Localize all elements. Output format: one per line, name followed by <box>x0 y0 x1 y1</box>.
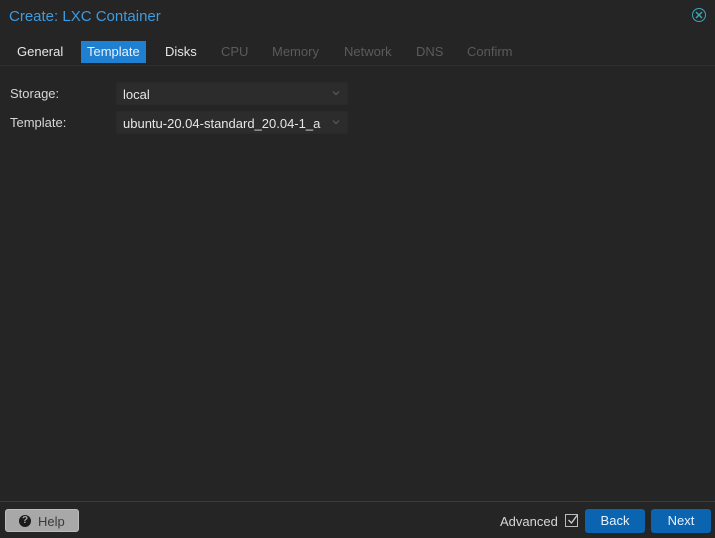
question-circle-icon: ? <box>19 515 31 527</box>
storage-label: Storage: <box>10 86 60 101</box>
tab-general[interactable]: General <box>11 41 69 63</box>
close-icon <box>695 11 703 19</box>
template-select[interactable]: ubuntu-20.04-standard_20.04-1_a <box>116 111 348 134</box>
tab-cpu: CPU <box>221 44 249 59</box>
tab-dns: DNS <box>416 44 444 59</box>
window-titlebar: Create: LXC Container <box>0 0 715 34</box>
help-button-label: Help <box>38 514 65 529</box>
storage-select[interactable]: local <box>116 82 348 105</box>
tab-network: Network <box>344 44 392 59</box>
storage-value: local <box>123 87 150 102</box>
next-button[interactable]: Next <box>651 509 711 533</box>
back-button[interactable]: Back <box>585 509 645 533</box>
tab-confirm: Confirm <box>467 44 513 59</box>
wizard-footer: ? Help Advanced Back Next <box>0 501 715 538</box>
chevron-down-icon <box>332 91 340 96</box>
advanced-label: Advanced <box>500 514 558 529</box>
template-value: ubuntu-20.04-standard_20.04-1_a <box>123 116 321 131</box>
tab-memory: Memory <box>272 44 319 59</box>
tab-disks[interactable]: Disks <box>159 41 203 63</box>
advanced-checkbox[interactable] <box>565 514 578 527</box>
checkmark-icon <box>568 515 578 524</box>
tab-template[interactable]: Template <box>81 41 146 63</box>
template-label: Template: <box>10 115 67 130</box>
wizard-tab-bar: General Template Disks CPU Memory Networ… <box>0 40 715 66</box>
help-button[interactable]: ? Help <box>5 509 79 532</box>
chevron-down-icon <box>332 120 340 125</box>
window-title: Create: LXC Container <box>9 8 161 25</box>
close-button[interactable] <box>692 8 706 22</box>
